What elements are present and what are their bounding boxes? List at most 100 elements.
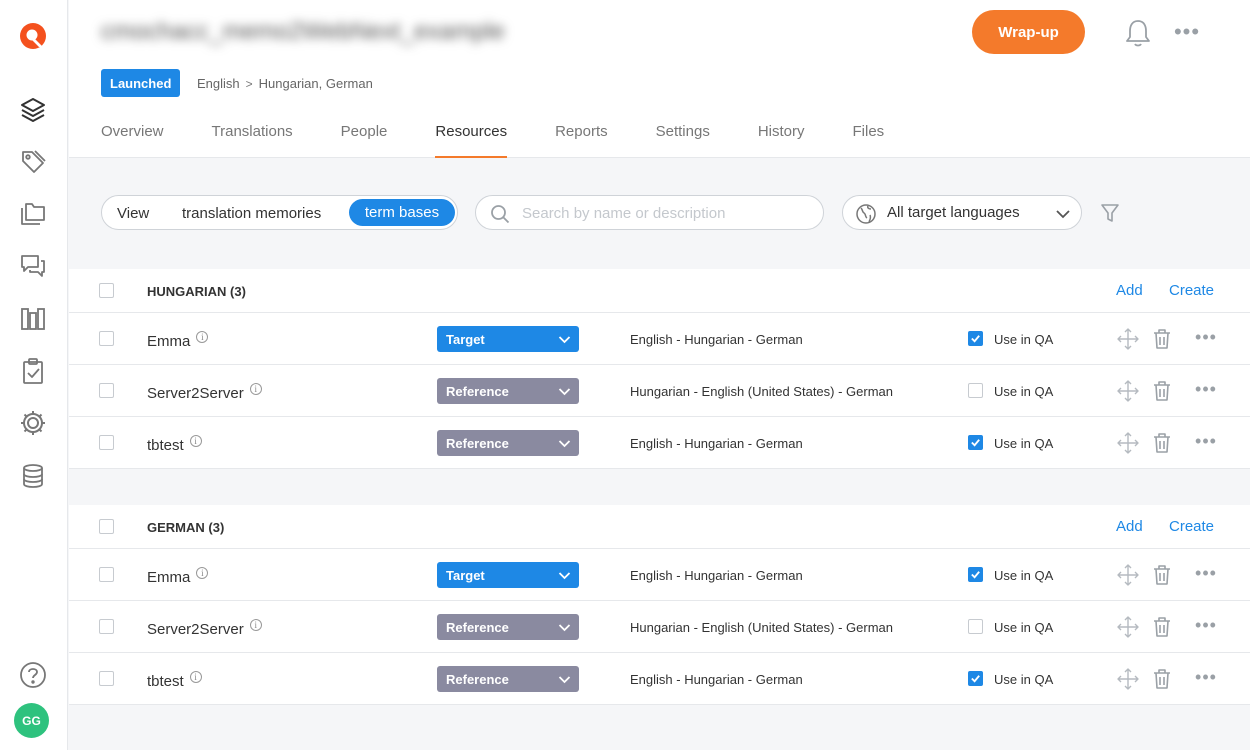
chat-icon[interactable]	[19, 252, 47, 280]
user-avatar[interactable]: GG	[14, 703, 49, 738]
delete-trash-icon[interactable]	[1152, 564, 1172, 586]
move-icon[interactable]	[1117, 616, 1139, 638]
section-header: HUNGARIAN (3) Add Create	[69, 269, 1250, 313]
header-more-icon[interactable]: •••	[1172, 19, 1202, 44]
move-icon[interactable]	[1117, 328, 1139, 350]
select-all-checkbox[interactable]	[99, 519, 114, 534]
checkmark-icon	[971, 439, 980, 447]
move-icon[interactable]	[1117, 564, 1139, 586]
row-checkbox[interactable]	[99, 619, 114, 634]
info-icon[interactable]: i	[249, 383, 262, 395]
termbase-name[interactable]: tbtest	[147, 673, 184, 690]
notifications-bell-icon[interactable]	[1124, 18, 1152, 48]
tab-settings[interactable]: Settings	[656, 123, 710, 158]
translation-memories-toggle[interactable]: translation memories	[182, 205, 321, 222]
table-row: tbtest i Reference English - Hungarian - …	[69, 653, 1250, 705]
info-icon[interactable]: i	[196, 567, 209, 579]
use-in-qa-checkbox[interactable]	[968, 383, 983, 398]
delete-trash-icon[interactable]	[1152, 668, 1172, 690]
table-row: Server2Server i Reference Hungarian - Eng…	[69, 601, 1250, 653]
tab-overview[interactable]: Overview	[101, 123, 164, 158]
info-icon[interactable]: i	[196, 331, 209, 343]
delete-trash-icon[interactable]	[1152, 432, 1172, 454]
help-icon[interactable]	[19, 661, 47, 689]
database-icon[interactable]	[19, 462, 47, 490]
info-icon[interactable]: i	[189, 671, 202, 683]
termbase-name-cell: Server2Server i	[147, 619, 262, 638]
role-dropdown[interactable]: Reference	[437, 378, 579, 404]
row-checkbox[interactable]	[99, 435, 114, 450]
add-termbase-link[interactable]: Add	[1116, 282, 1143, 299]
filter-funnel-icon[interactable]	[1100, 202, 1120, 224]
use-in-qa-label: Use in QA	[994, 332, 1054, 347]
termbase-name[interactable]: Server2Server	[147, 385, 244, 402]
role-dropdown[interactable]: Reference	[437, 666, 579, 692]
termbase-name[interactable]: Server2Server	[147, 621, 244, 638]
create-termbase-link[interactable]: Create	[1169, 282, 1214, 299]
role-dropdown[interactable]: Target	[437, 326, 579, 352]
termbase-name[interactable]: Emma	[147, 333, 190, 350]
search-input[interactable]	[522, 202, 812, 224]
use-in-qa-checkbox[interactable]	[968, 331, 983, 346]
term-bases-toggle[interactable]: term bases	[349, 199, 455, 226]
chevron-down-icon	[558, 336, 571, 344]
row-checkbox[interactable]	[99, 567, 114, 582]
termbase-name-cell: tbtest i	[147, 435, 202, 454]
termbase-languages: English - Hungarian - German	[630, 672, 803, 687]
use-in-qa-checkbox[interactable]	[968, 435, 983, 450]
row-more-icon[interactable]: •••	[1193, 615, 1219, 637]
info-icon[interactable]: i	[189, 435, 202, 447]
settings-gear-icon[interactable]	[19, 409, 47, 437]
tab-resources[interactable]: Resources	[435, 123, 507, 158]
use-in-qa-checkbox[interactable]	[968, 671, 983, 686]
target-language-select[interactable]: All target languages	[842, 195, 1082, 230]
tab-files[interactable]: Files	[853, 123, 885, 158]
row-checkbox[interactable]	[99, 383, 114, 398]
select-all-checkbox[interactable]	[99, 283, 114, 298]
chevron-right-icon: >	[245, 76, 253, 91]
move-icon[interactable]	[1117, 432, 1139, 454]
use-in-qa-checkbox[interactable]	[968, 619, 983, 634]
tab-translations[interactable]: Translations	[212, 123, 293, 158]
move-icon[interactable]	[1117, 668, 1139, 690]
row-more-icon[interactable]: •••	[1193, 379, 1219, 401]
table-row: Emma i Target English - Hungarian - Germa…	[69, 313, 1250, 365]
add-termbase-link[interactable]: Add	[1116, 518, 1143, 535]
role-value: Reference	[446, 619, 509, 635]
row-more-icon[interactable]: •••	[1193, 431, 1219, 453]
row-checkbox[interactable]	[99, 671, 114, 686]
create-termbase-link[interactable]: Create	[1169, 518, 1214, 535]
target-language-value: All target languages	[887, 204, 1020, 221]
projects-layers-icon[interactable]	[19, 95, 47, 123]
termbase-name[interactable]: Emma	[147, 569, 190, 586]
use-in-qa-checkbox[interactable]	[968, 567, 983, 582]
section-title: GERMAN (3)	[147, 520, 225, 535]
table-row: Emma i Target English - Hungarian - Germa…	[69, 549, 1250, 601]
tab-people[interactable]: People	[341, 123, 388, 158]
row-more-icon[interactable]: •••	[1193, 667, 1219, 689]
app-logo-icon[interactable]	[19, 22, 47, 50]
info-icon[interactable]: i	[249, 619, 262, 631]
reports-icon[interactable]	[19, 305, 47, 333]
chevron-down-icon	[1056, 210, 1070, 219]
role-dropdown[interactable]: Reference	[437, 430, 579, 456]
role-dropdown[interactable]: Reference	[437, 614, 579, 640]
termbase-name[interactable]: tbtest	[147, 437, 184, 454]
termbase-name-cell: Emma i	[147, 567, 209, 586]
folders-icon[interactable]	[19, 200, 47, 228]
delete-trash-icon[interactable]	[1152, 380, 1172, 402]
tag-icon[interactable]	[19, 148, 47, 176]
wrap-up-button[interactable]: Wrap-up	[972, 10, 1085, 54]
delete-trash-icon[interactable]	[1152, 616, 1172, 638]
table-row: Server2Server i Reference Hungarian - Eng…	[69, 365, 1250, 417]
role-dropdown[interactable]: Target	[437, 562, 579, 588]
move-icon[interactable]	[1117, 380, 1139, 402]
termbase-name-cell: tbtest i	[147, 671, 202, 690]
row-checkbox[interactable]	[99, 331, 114, 346]
row-more-icon[interactable]: •••	[1193, 563, 1219, 585]
delete-trash-icon[interactable]	[1152, 328, 1172, 350]
row-more-icon[interactable]: •••	[1193, 327, 1219, 349]
tab-reports[interactable]: Reports	[555, 123, 608, 158]
tab-history[interactable]: History	[758, 123, 805, 158]
clipboard-check-icon[interactable]	[19, 357, 47, 385]
